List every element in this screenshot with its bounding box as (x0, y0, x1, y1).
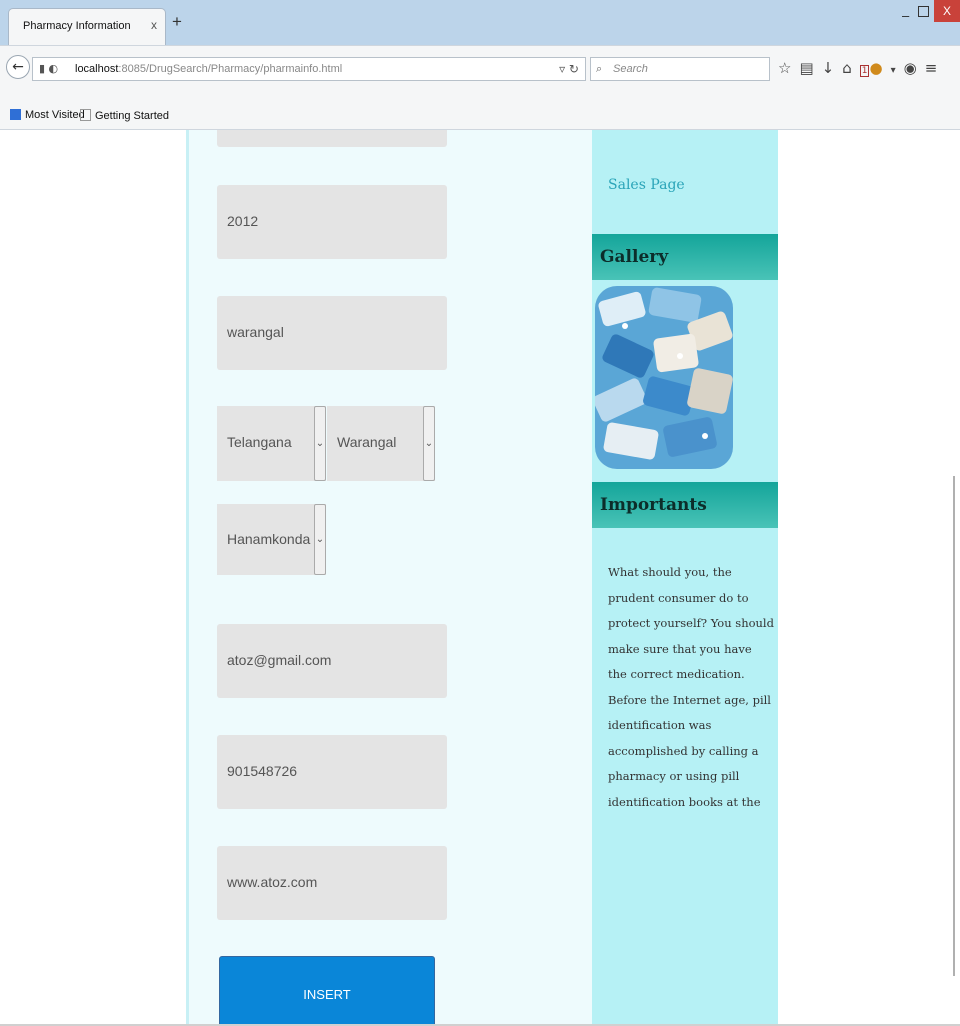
back-arrow-icon[interactable]: ← (6, 55, 30, 79)
bookmark-most-visited[interactable]: Most Visited (10, 109, 85, 121)
tab-close-icon[interactable]: x (151, 18, 157, 32)
bookmarks-toolbar: Most Visited Getting Started (0, 102, 960, 130)
year-field[interactable]: 2012 (217, 185, 447, 259)
window-close-button[interactable]: X (934, 0, 960, 22)
navigation-toolbar: ← ▮ ◐ localhost:8085/DrugSearch/Pharmacy… (0, 45, 960, 102)
reading-list-icon[interactable]: ▤ (799, 59, 821, 77)
tab-title: Pharmacy Information (23, 20, 131, 32)
new-tab-button[interactable]: + (172, 12, 182, 32)
sales-page-link[interactable]: Sales Page (608, 177, 685, 193)
chevron-down-icon[interactable]: ⌄ (314, 406, 326, 481)
phone-field[interactable]: 901548726 (217, 735, 447, 809)
sidebar: Sales Page Gallery Importants What shoul… (592, 130, 778, 1026)
partial-text-field[interactable] (217, 130, 447, 147)
district-select[interactable]: Warangal ⌄ (327, 406, 435, 481)
importants-text: What should you, the prudent consumer do… (608, 565, 774, 809)
folder-icon (10, 109, 21, 120)
browser-tab-strip: Pharmacy Information x + – X (0, 0, 960, 45)
search-placeholder: Search (613, 63, 648, 75)
pocket-icon[interactable]: ◉ (904, 59, 925, 77)
gallery-pills-image (595, 286, 733, 469)
insert-button[interactable]: INSERT (219, 956, 435, 1026)
url-bar[interactable]: ▮ ◐ localhost:8085/DrugSearch/Pharmacy/p… (32, 57, 586, 81)
website-field[interactable]: www.atoz.com (217, 846, 447, 920)
site-identity-icon[interactable]: ▮ ◐ (39, 62, 58, 75)
page-scrollbar[interactable] (950, 476, 960, 1026)
restore-button[interactable] (918, 6, 929, 17)
reload-icon[interactable]: ▿ ↻ (559, 62, 579, 76)
search-icon: ⌕ (596, 62, 603, 75)
menu-icon[interactable]: ≡ (925, 59, 946, 77)
dropdown-icon[interactable]: ▾ (891, 65, 904, 76)
pharmacy-form: 2012 warangal Telangana ⌄ Warangal ⌄ Han… (186, 130, 592, 1026)
mandal-select[interactable]: Hanamkonda ⌄ (217, 504, 326, 575)
toolbar-icons: ☆▤↓⌂ 1 ●▾◉≡ (778, 59, 945, 77)
addon-icon[interactable]: ● (869, 59, 890, 77)
importants-heading: Importants (592, 482, 778, 528)
search-input[interactable]: ⌕ Search (590, 57, 770, 81)
city-field[interactable]: warangal (217, 296, 447, 370)
page-icon (80, 109, 91, 121)
gallery-heading: Gallery (592, 234, 778, 280)
page-viewport: 2012 warangal Telangana ⌄ Warangal ⌄ Han… (0, 130, 960, 1026)
bookmark-getting-started[interactable]: Getting Started (80, 109, 169, 122)
browser-tab[interactable]: Pharmacy Information x (8, 8, 166, 45)
home-icon[interactable]: ⌂ (842, 59, 860, 77)
chevron-down-icon[interactable]: ⌄ (314, 504, 326, 575)
email-field[interactable]: atoz@gmail.com (217, 624, 447, 698)
url-text: localhost:8085/DrugSearch/Pharmacy/pharm… (75, 63, 343, 75)
state-select[interactable]: Telangana ⌄ (217, 406, 326, 481)
bookmark-star-icon[interactable]: ☆ (778, 59, 799, 77)
download-icon[interactable]: ↓ (822, 59, 843, 77)
minimize-button[interactable]: – (902, 8, 909, 23)
chevron-down-icon[interactable]: ⌄ (423, 406, 435, 481)
